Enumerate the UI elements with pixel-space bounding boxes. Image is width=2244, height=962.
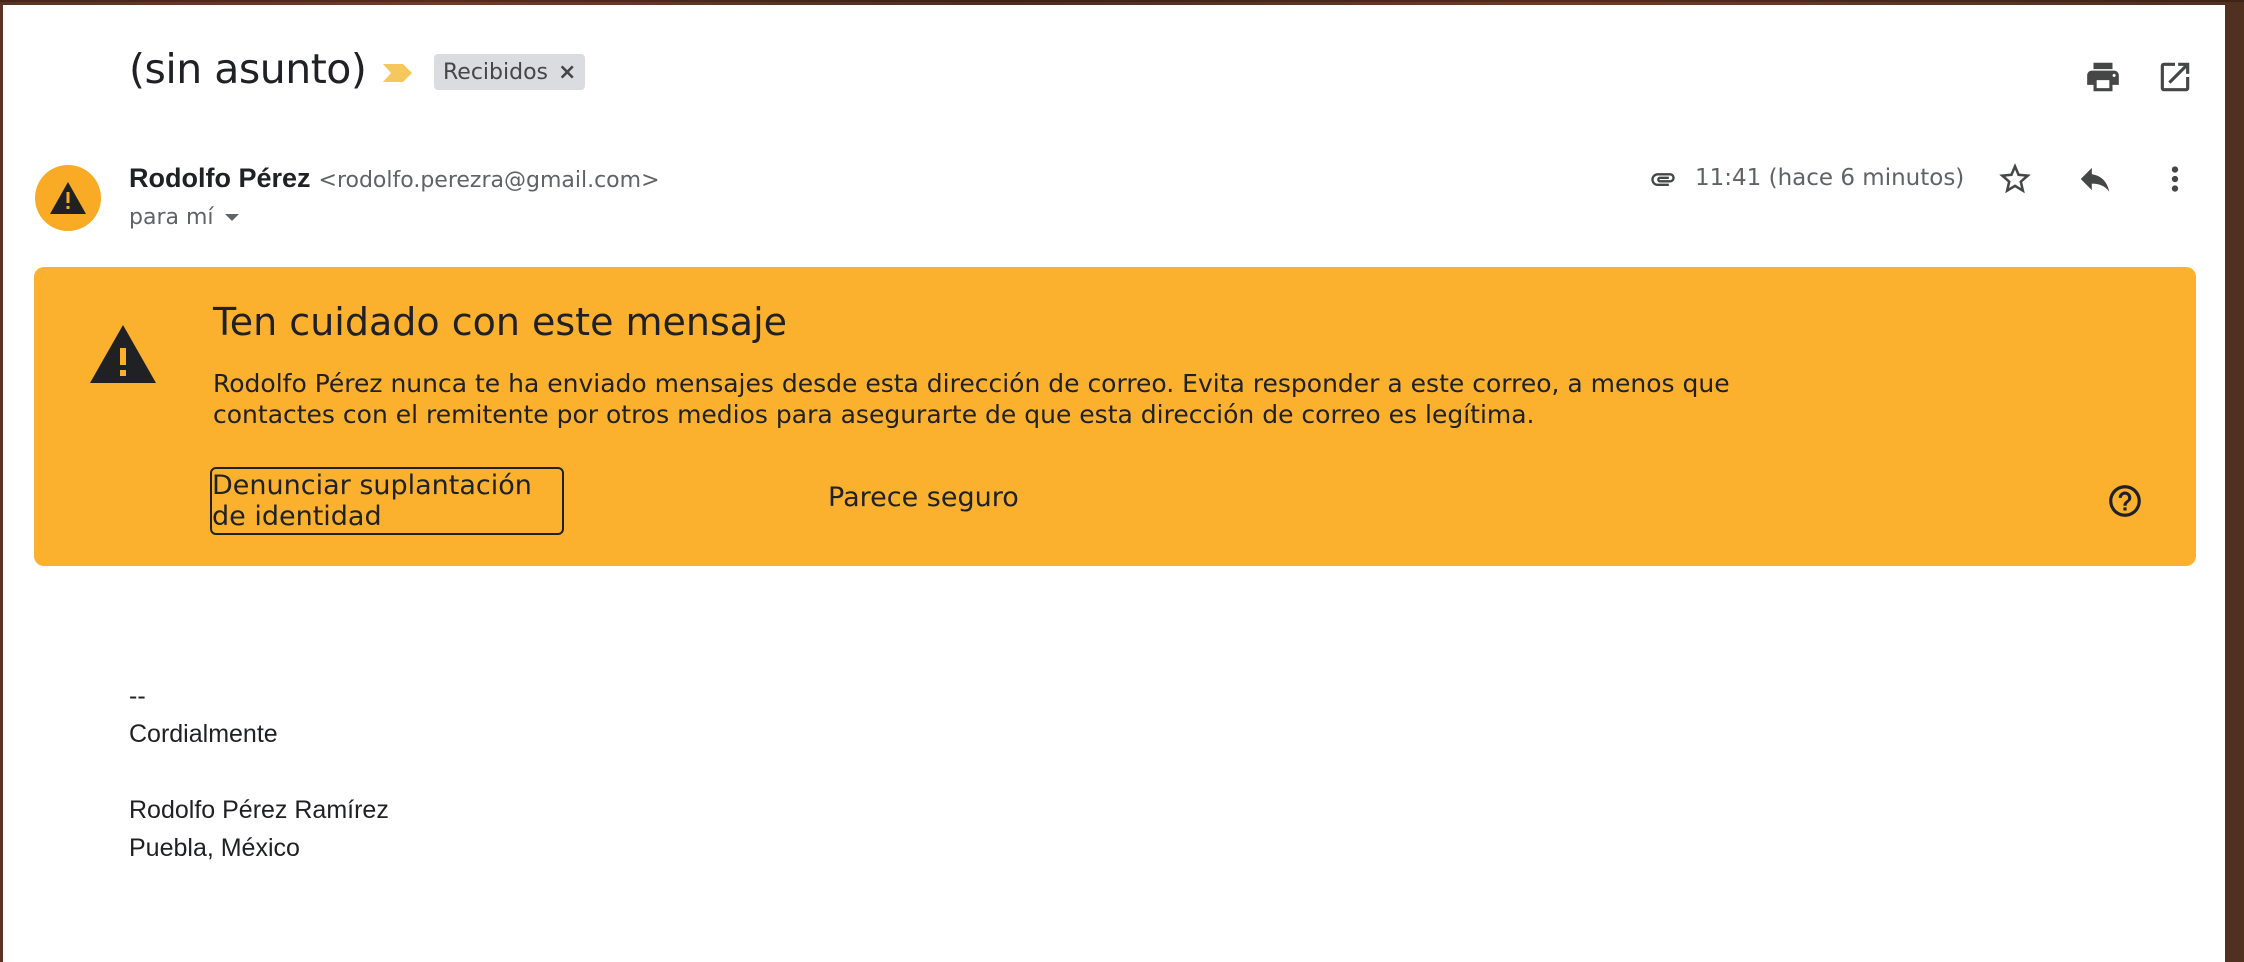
label-remove-button[interactable]: ×	[558, 60, 576, 85]
warning-icon	[88, 323, 158, 390]
report-phishing-button[interactable]: Denunciar suplantación de identidad	[210, 467, 564, 535]
importance-marker-icon[interactable]	[381, 62, 415, 89]
sender-name[interactable]: Rodolfo Pérez	[129, 163, 311, 194]
recipient-label: para mí	[129, 205, 214, 230]
banner-text-line: Rodolfo Pérez nunca te ha enviado mensaj…	[213, 369, 1730, 398]
print-icon[interactable]	[2084, 58, 2122, 96]
body-blank-line	[129, 753, 389, 791]
banner-description: Rodolfo Pérez nunca te ha enviado mensaj…	[213, 368, 1913, 430]
email-body: -- Cordialmente Rodolfo Pérez Ramírez Pu…	[129, 677, 389, 867]
banner-text-line: contactes con el remitente por otros med…	[213, 400, 1535, 429]
phishing-warning-banner: Ten cuidado con este mensaje Rodolfo Pér…	[34, 267, 2196, 566]
sender-info: Rodolfo Pérez <rodolfo.perezra@gmail.com…	[129, 163, 660, 194]
help-circle-icon[interactable]	[2106, 482, 2144, 525]
signature-separator: --	[129, 682, 146, 710]
banner-title: Ten cuidado con este mensaje	[213, 300, 788, 344]
reply-icon[interactable]	[2076, 160, 2114, 203]
avatar	[35, 165, 101, 231]
star-outline-icon[interactable]	[1996, 160, 2034, 203]
email-view: (sin asunto) Recibidos × Rodolfo Pérez <…	[3, 5, 2225, 962]
warning-icon	[50, 182, 86, 214]
email-subject: (sin asunto)	[129, 45, 367, 93]
body-line: Cordialmente	[129, 720, 278, 748]
open-in-new-icon[interactable]	[2156, 58, 2194, 96]
paperclip-icon	[1644, 165, 1682, 198]
chevron-down-icon	[224, 213, 239, 221]
signature-name: Rodolfo Pérez Ramírez	[129, 796, 389, 824]
more-vert-icon[interactable]	[2156, 160, 2194, 203]
looks-safe-button[interactable]: Parece seguro	[828, 482, 1019, 513]
sender-email: <rodolfo.perezra@gmail.com>	[318, 168, 660, 193]
message-time: 11:41 (hace 6 minutos)	[1695, 165, 1965, 191]
label-chip-inbox: Recibidos ×	[434, 54, 586, 90]
signature-location: Puebla, México	[129, 834, 300, 862]
label-chip-text: Recibidos	[443, 59, 549, 85]
recipient-details-toggle[interactable]: para mí	[129, 205, 240, 230]
